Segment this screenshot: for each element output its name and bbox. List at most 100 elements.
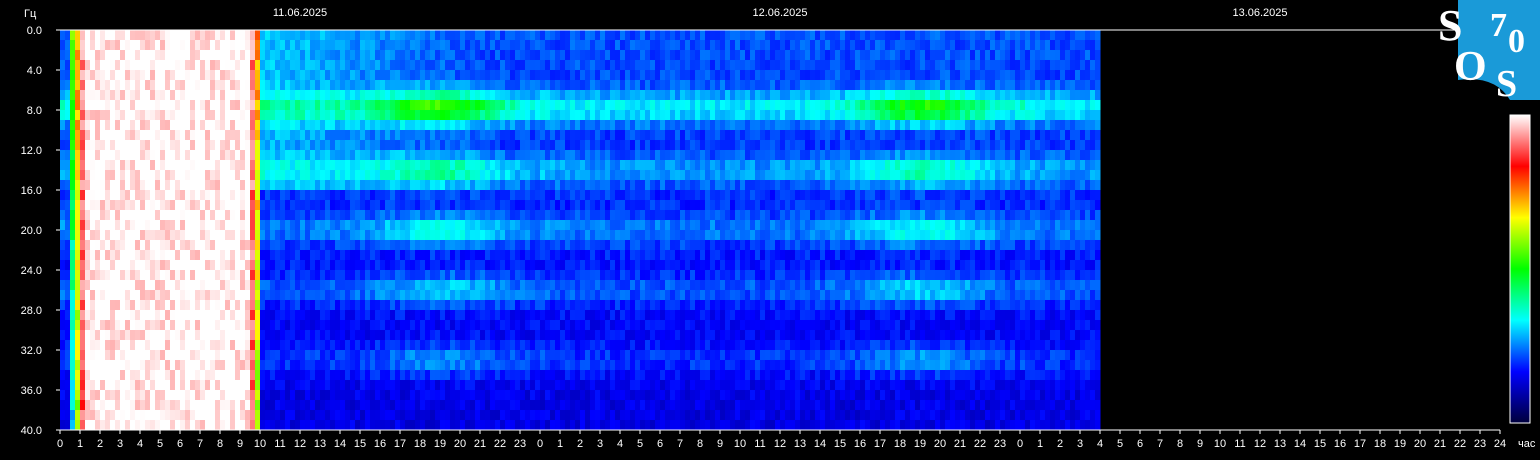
heatmap-cell — [425, 270, 431, 281]
heatmap-cell — [440, 90, 446, 101]
heatmap-cell — [95, 50, 101, 61]
heatmap-cell — [160, 260, 166, 271]
heatmap-cell — [265, 410, 271, 421]
heatmap-cell — [335, 220, 341, 231]
heatmap-cell — [235, 40, 241, 51]
heatmap-cell — [75, 410, 81, 421]
heatmap-cell — [450, 320, 456, 331]
heatmap-cell — [115, 240, 121, 251]
heatmap-cell — [425, 290, 431, 301]
heatmap-cell — [325, 60, 331, 71]
heatmap-cell — [650, 230, 656, 241]
heatmap-cell — [355, 280, 361, 291]
heatmap-cell — [495, 320, 501, 331]
heatmap-cell — [385, 280, 391, 291]
heatmap-cell — [600, 40, 606, 51]
heatmap-cell — [645, 210, 651, 221]
heatmap-cell — [655, 220, 661, 231]
heatmap-cell — [80, 40, 86, 51]
heatmap-cell — [480, 300, 486, 311]
heatmap-cell — [110, 160, 116, 171]
heatmap-cell — [255, 250, 261, 261]
heatmap-cell — [680, 210, 686, 221]
heatmap-cell — [405, 270, 411, 281]
heatmap-cell — [95, 300, 101, 311]
heatmap-cell — [430, 160, 436, 171]
heatmap-cell — [575, 290, 581, 301]
heatmap-cell — [490, 60, 496, 71]
heatmap-cell — [370, 270, 376, 281]
heatmap-cell — [505, 350, 511, 361]
heatmap-cell — [370, 190, 376, 201]
heatmap-cell — [290, 30, 296, 41]
heatmap-cell — [240, 90, 246, 101]
heatmap-cell — [405, 120, 411, 131]
heatmap-cell — [380, 350, 386, 361]
heatmap-cell — [480, 170, 486, 181]
heatmap-cell — [275, 160, 281, 171]
heatmap-cell — [490, 110, 496, 121]
heatmap-cell — [115, 70, 121, 81]
heatmap-cell — [105, 170, 111, 181]
heatmap-cell — [555, 380, 561, 391]
heatmap-cell — [325, 420, 331, 431]
heatmap-cell — [505, 240, 511, 251]
heatmap-cell — [145, 180, 151, 191]
heatmap-cell — [85, 400, 91, 411]
heatmap-cell — [605, 30, 611, 41]
heatmap-cell — [300, 370, 306, 381]
heatmap-cell — [585, 250, 591, 261]
heatmap-cell — [645, 200, 651, 211]
heatmap-cell — [225, 220, 231, 231]
heatmap-cell — [585, 220, 591, 231]
heatmap-cell — [665, 290, 671, 301]
heatmap-cell — [115, 110, 121, 121]
heatmap-cell — [490, 340, 496, 351]
heatmap-cell — [405, 180, 411, 191]
heatmap-cell — [445, 120, 451, 131]
heatmap-cell — [565, 260, 571, 271]
heatmap-cell — [100, 170, 106, 181]
heatmap-cell — [670, 240, 676, 251]
heatmap-cell — [540, 420, 546, 431]
heatmap-cell — [530, 170, 536, 181]
heatmap-cell — [335, 280, 341, 291]
heatmap-cell — [425, 280, 431, 291]
heatmap-cell — [495, 120, 501, 131]
heatmap-cell — [345, 80, 351, 91]
heatmap-cell — [435, 290, 441, 301]
heatmap-cell — [145, 220, 151, 231]
heatmap-cell — [460, 170, 466, 181]
heatmap-cell — [570, 370, 576, 381]
heatmap-cell — [260, 50, 266, 61]
heatmap-cell — [500, 320, 506, 331]
heatmap-cell — [70, 230, 76, 241]
heatmap-cell — [165, 340, 171, 351]
heatmap-cell — [150, 220, 156, 231]
heatmap-cell — [100, 230, 106, 241]
heatmap-cell — [325, 80, 331, 91]
heatmap-cell — [585, 260, 591, 271]
heatmap-cell — [140, 260, 146, 271]
heatmap-cell — [625, 210, 631, 221]
heatmap-cell — [665, 360, 671, 371]
heatmap-cell — [160, 280, 166, 291]
heatmap-cell — [345, 340, 351, 351]
heatmap-cell — [200, 400, 206, 411]
heatmap-cell — [375, 310, 381, 321]
heatmap-cell — [385, 120, 391, 131]
heatmap-cell — [640, 50, 646, 61]
heatmap-cell — [630, 70, 636, 81]
heatmap-cell — [560, 30, 566, 41]
heatmap-cell — [505, 130, 511, 141]
heatmap-cell — [165, 90, 171, 101]
heatmap-cell — [500, 270, 506, 281]
heatmap-cell — [255, 270, 261, 281]
heatmap-cell — [480, 270, 486, 281]
heatmap-cell — [660, 90, 666, 101]
heatmap-cell — [85, 70, 91, 81]
heatmap-cell — [505, 150, 511, 161]
heatmap-cell — [575, 70, 581, 81]
heatmap-cell — [605, 70, 611, 81]
heatmap-cell — [290, 160, 296, 171]
